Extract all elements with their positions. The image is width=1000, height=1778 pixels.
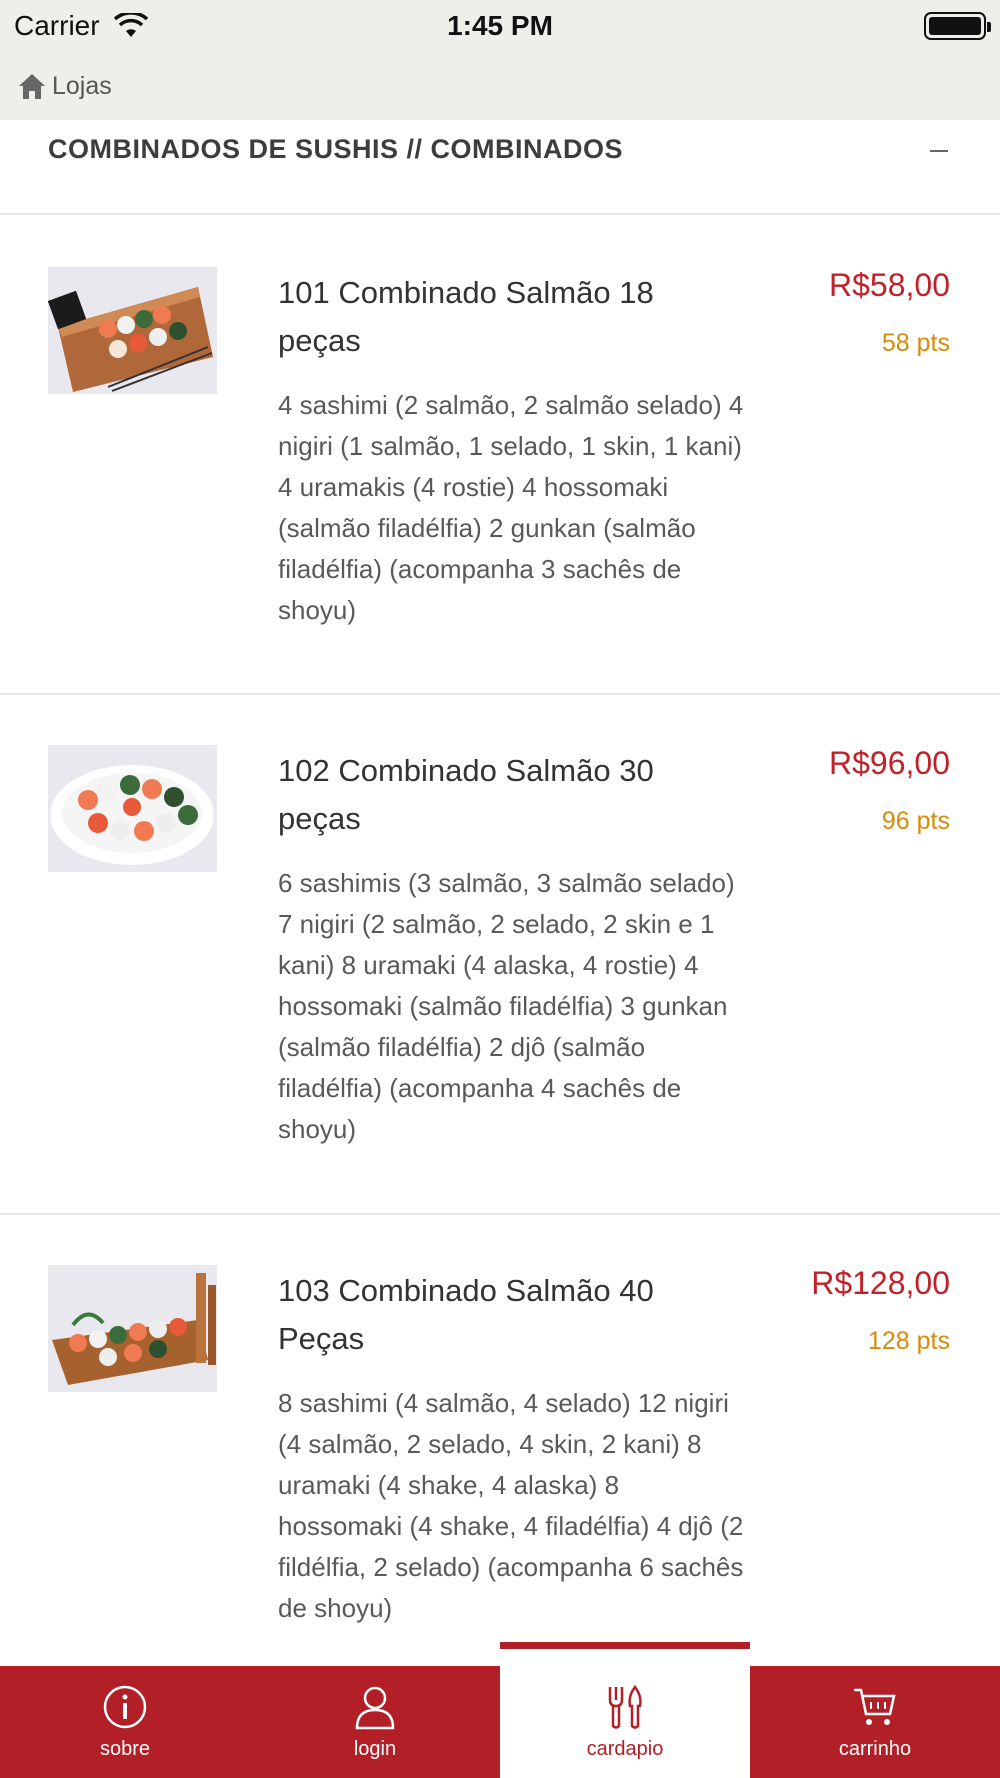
product-description: 4 sashimi (2 salmão, 2 salmão selado) 4 …	[278, 390, 744, 625]
back-label: Lojas	[52, 71, 112, 100]
product-name: 102 Combinado Salmão 30 peças	[278, 753, 654, 836]
home-icon	[19, 74, 45, 99]
bottom-tab-bar: sobre login cardapio carrinho	[0, 1642, 1000, 1778]
tab-login[interactable]: login	[250, 1666, 500, 1778]
tab-label: login	[353, 1737, 397, 1760]
product-image	[48, 1265, 217, 1392]
collapse-icon[interactable]	[930, 150, 948, 152]
product-price: R$128,00	[811, 1265, 950, 1301]
product-price: R$96,00	[829, 745, 950, 781]
cart-icon	[854, 1688, 896, 1725]
status-bar: Carrier 1:45 PM	[0, 0, 1000, 52]
product-name: 103 Combinado Salmão 40 Peças	[278, 1273, 654, 1356]
battery-icon	[924, 12, 991, 40]
info-icon	[103, 1685, 147, 1728]
product-image	[48, 745, 217, 872]
product-item[interactable]: 103 Combinado Salmão 40 Peças 8 sashimi …	[0, 1215, 1000, 1675]
tab-label: sobre	[99, 1737, 151, 1760]
app-screen: Carrier 1:45 PM Lojas COMBINADOS DE SUSH…	[0, 0, 1000, 1778]
tab-carrinho[interactable]: carrinho	[750, 1666, 1000, 1778]
wifi-icon	[113, 13, 148, 37]
product-description: 6 sashimis (3 salmão, 3 salmão selado) 7…	[278, 868, 735, 1144]
tab-sobre[interactable]: sobre	[0, 1666, 250, 1778]
tab-cardapio[interactable]: cardapio	[500, 1642, 750, 1778]
tab-label: carrinho	[838, 1737, 912, 1760]
navigation-bar: Lojas	[0, 52, 1000, 120]
carrier-label: Carrier	[14, 10, 100, 41]
product-points: 58 pts	[881, 329, 950, 357]
product-name: 101 Combinado Salmão 18 peças	[278, 275, 654, 358]
tab-label: cardapio	[586, 1737, 664, 1760]
product-points: 128 pts	[867, 1327, 950, 1355]
product-image	[48, 267, 217, 394]
clock: 1:45 PM	[447, 10, 553, 41]
category-title: COMBINADOS DE SUSHIS // COMBINADOS	[48, 134, 624, 164]
product-price: R$58,00	[829, 267, 950, 303]
user-icon	[355, 1686, 395, 1729]
product-item[interactable]: 102 Combinado Salmão 30 peças 6 sashimis…	[0, 695, 1000, 1215]
status-left: Carrier	[14, 10, 148, 42]
product-item[interactable]: 101 Combinado Salmão 18 peças 4 sashimi …	[0, 217, 1000, 695]
category-header[interactable]: COMBINADOS DE SUSHIS // COMBINADOS	[0, 120, 1000, 215]
utensils-icon	[608, 1684, 642, 1729]
product-description: 8 sashimi (4 salmão, 4 selado) 12 nigiri…	[278, 1388, 744, 1623]
product-points: 96 pts	[881, 807, 950, 835]
back-to-lojas-button[interactable]: Lojas	[18, 72, 112, 101]
